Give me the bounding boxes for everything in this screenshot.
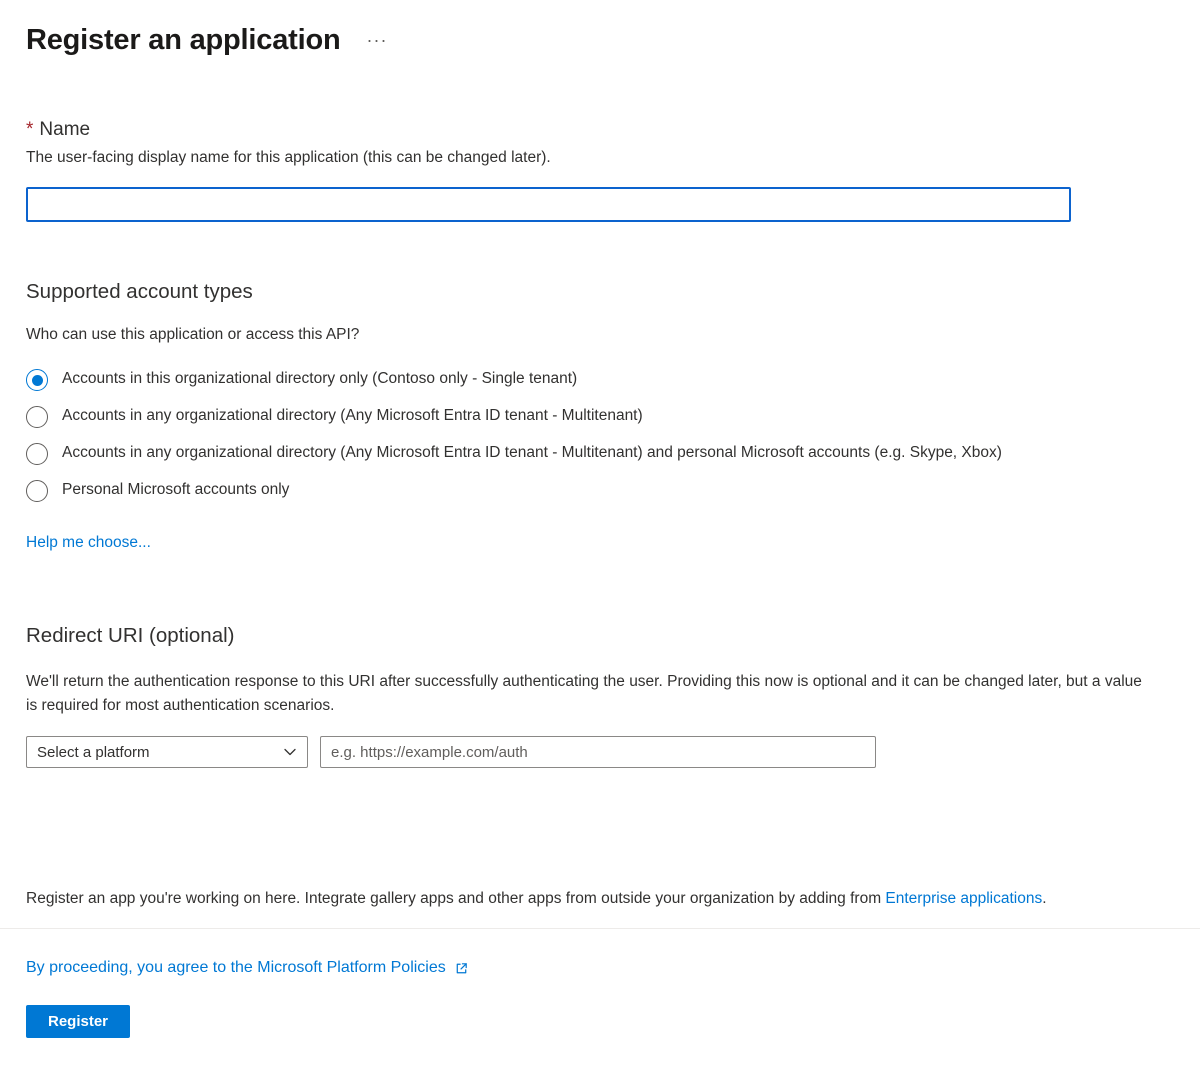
name-field-label: *Name xyxy=(26,119,1174,141)
account-types-question: Who can use this application or access t… xyxy=(26,326,1174,344)
integration-info-text: Register an app you're working on here. … xyxy=(26,890,1174,908)
name-field-description: The user-facing display name for this ap… xyxy=(26,149,1174,167)
account-types-heading: Supported account types xyxy=(26,280,1174,304)
radio-icon xyxy=(26,406,48,428)
radio-label: Accounts in this organizational director… xyxy=(62,368,577,390)
enterprise-applications-link[interactable]: Enterprise applications xyxy=(885,890,1042,907)
radio-icon xyxy=(26,369,48,391)
radio-icon xyxy=(26,480,48,502)
account-type-option-personal-only[interactable]: Personal Microsoft accounts only xyxy=(26,479,1174,502)
help-me-choose-link[interactable]: Help me choose... xyxy=(26,534,1174,552)
redirect-uri-description: We'll return the authentication response… xyxy=(26,670,1156,718)
external-link-icon xyxy=(454,961,469,976)
account-type-option-multitenant-personal[interactable]: Accounts in any organizational directory… xyxy=(26,442,1174,465)
redirect-uri-heading: Redirect URI (optional) xyxy=(26,624,1174,648)
name-input[interactable] xyxy=(26,187,1071,222)
radio-label: Accounts in any organizational directory… xyxy=(62,442,1002,464)
account-type-option-multitenant[interactable]: Accounts in any organizational directory… xyxy=(26,405,1174,428)
radio-icon xyxy=(26,443,48,465)
platform-policies-link[interactable]: By proceeding, you agree to the Microsof… xyxy=(26,959,469,977)
required-indicator-icon: * xyxy=(26,119,33,140)
radio-label: Personal Microsoft accounts only xyxy=(62,479,289,501)
radio-label: Accounts in any organizational directory… xyxy=(62,405,643,427)
register-button[interactable]: Register xyxy=(26,1005,130,1038)
platform-select[interactable]: Select a platform xyxy=(26,736,308,768)
page-title: Register an application xyxy=(26,24,340,57)
more-options-icon[interactable]: ··· xyxy=(366,30,387,51)
redirect-uri-input[interactable] xyxy=(320,736,876,768)
platform-select-value: Select a platform xyxy=(37,744,150,761)
chevron-down-icon xyxy=(283,745,297,759)
account-type-option-single-tenant[interactable]: Accounts in this organizational director… xyxy=(26,368,1174,391)
